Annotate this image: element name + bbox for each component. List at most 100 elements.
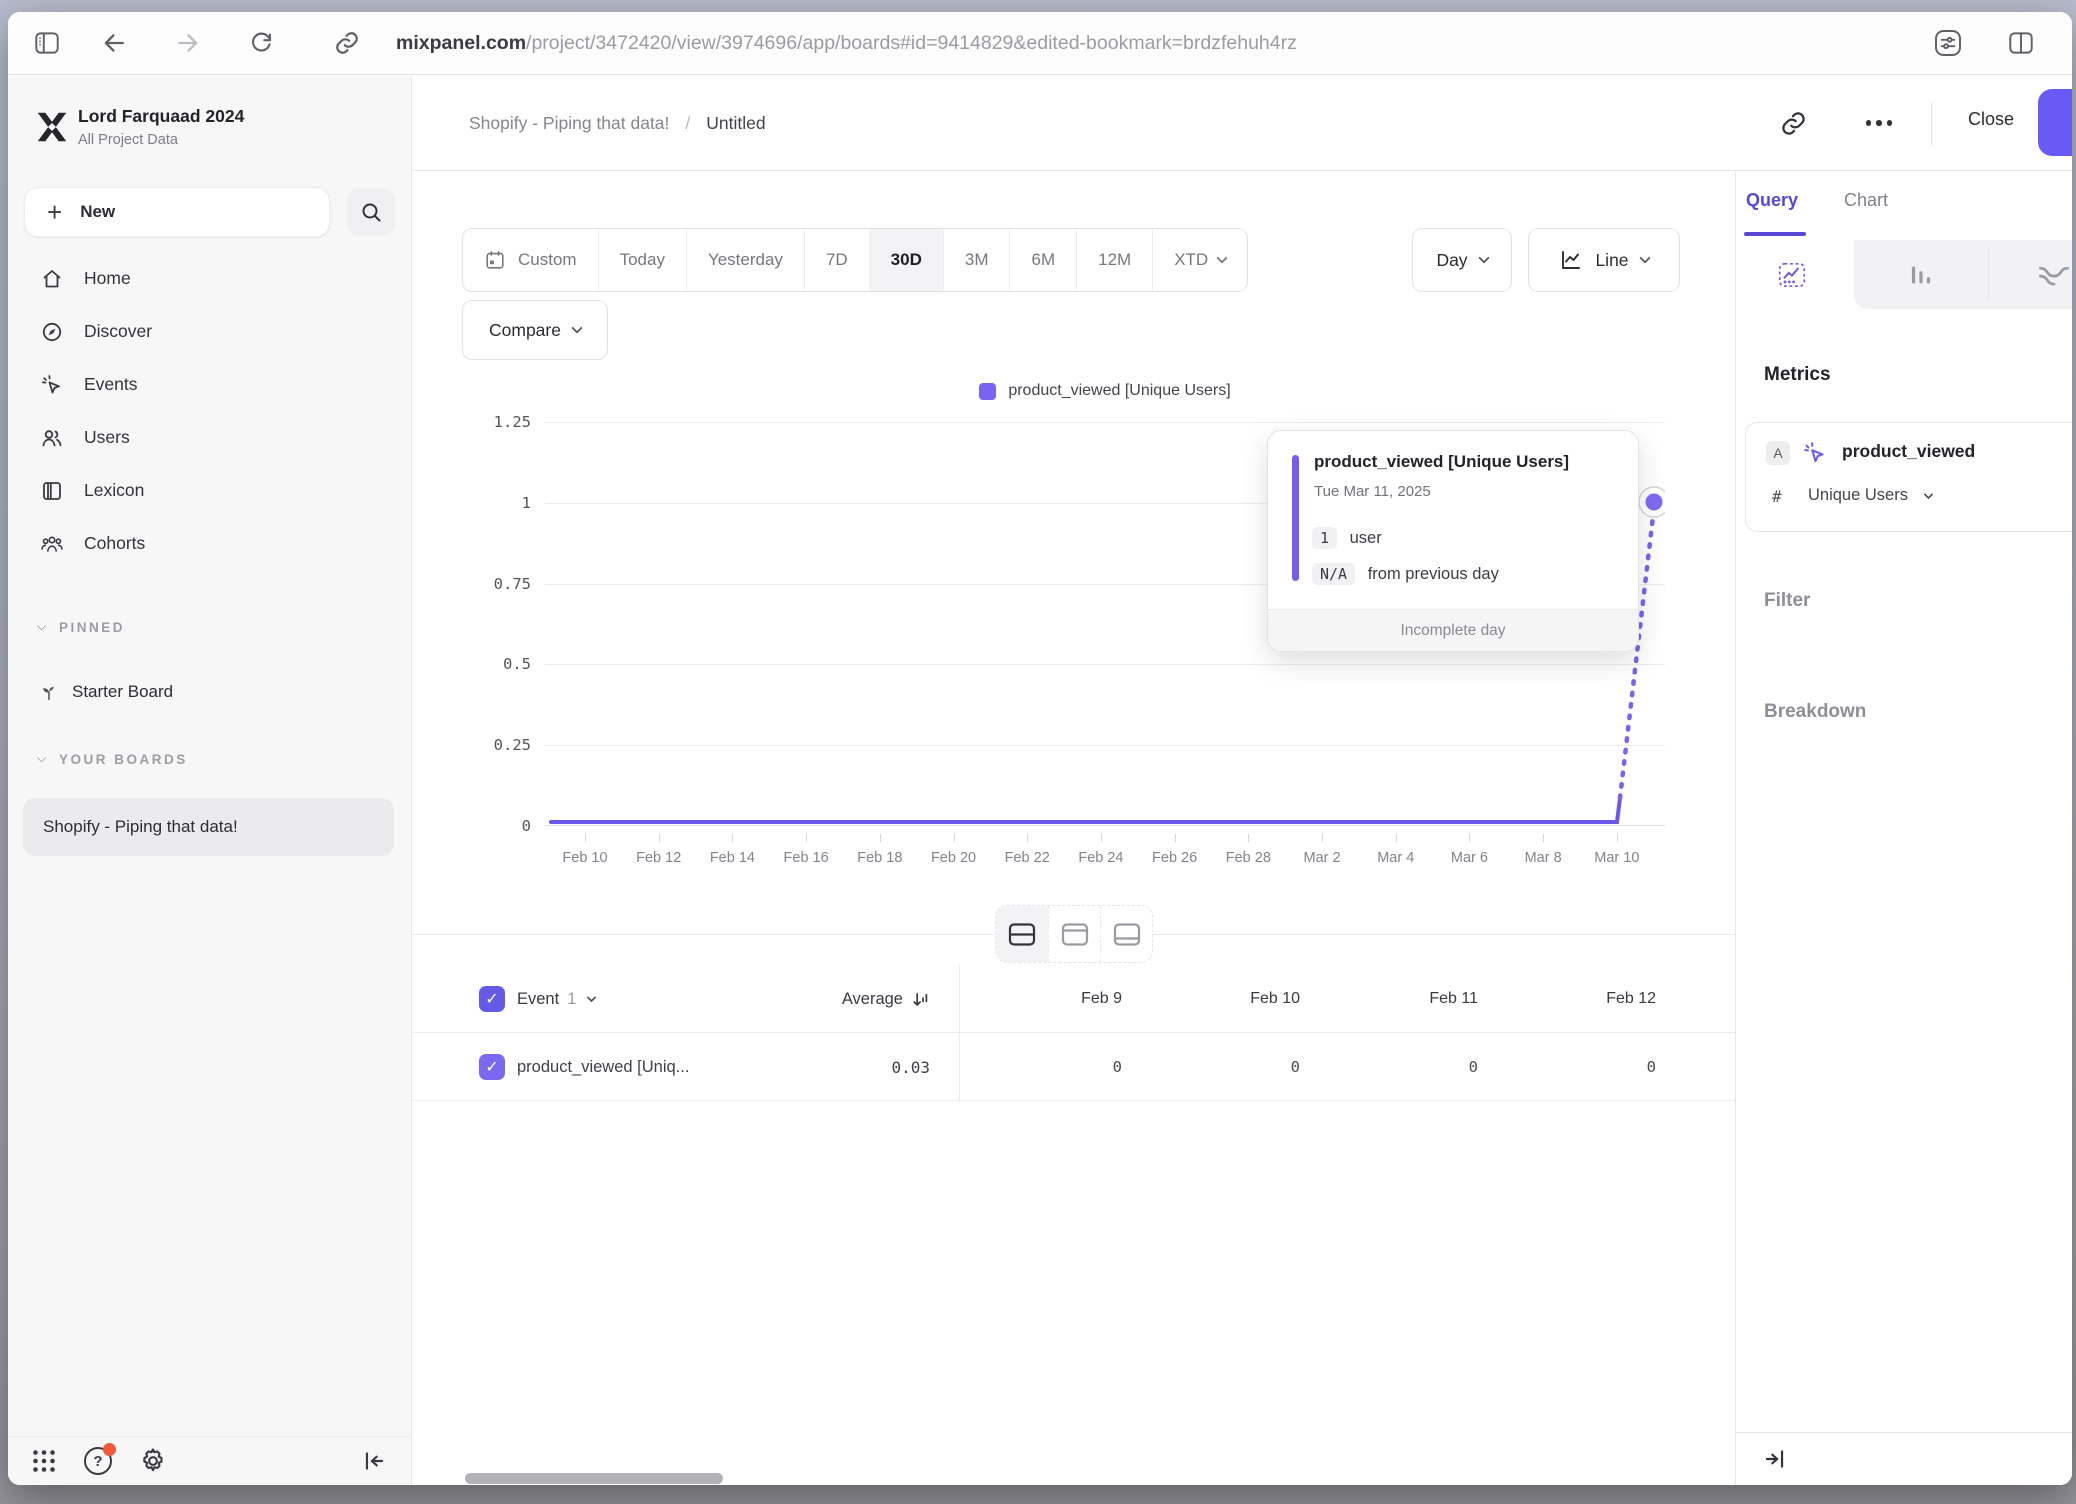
x-axis-tick-label: Feb 10 bbox=[549, 838, 621, 866]
range-12m[interactable]: 12M bbox=[1076, 229, 1152, 291]
row-value-cell: 0 bbox=[1315, 1033, 1493, 1101]
row-checkbox[interactable]: ✓ bbox=[479, 1054, 505, 1080]
x-axis-labels: Feb 10Feb 12Feb 14Feb 16Feb 18Feb 20Feb … bbox=[549, 838, 1653, 866]
report-type-strip bbox=[1736, 240, 2072, 309]
layout-table-only-button[interactable] bbox=[1100, 906, 1152, 962]
metric-event-name[interactable]: product_viewed bbox=[1842, 441, 1975, 462]
data-point[interactable] bbox=[1646, 494, 1663, 511]
range-xtd[interactable]: XTD bbox=[1152, 229, 1247, 291]
flows-report-button[interactable] bbox=[2037, 258, 2071, 292]
insights-report-button[interactable] bbox=[1776, 259, 1808, 291]
breadcrumb-board-link[interactable]: Shopify - Piping that data! bbox=[469, 113, 669, 134]
report-canvas: Custom Today Yesterday 7D 30D 3M 6M 12M … bbox=[413, 172, 1735, 1485]
sidebar-item-cohorts[interactable]: Cohorts bbox=[8, 517, 411, 570]
range-7d[interactable]: 7D bbox=[804, 229, 869, 291]
new-button[interactable]: + New bbox=[24, 187, 330, 237]
reload-icon[interactable] bbox=[248, 30, 275, 57]
tooltip-series-bar bbox=[1292, 455, 1299, 581]
chart-legend[interactable]: product_viewed [Unique Users] bbox=[545, 382, 1665, 400]
extensions-icon[interactable] bbox=[1932, 27, 1964, 59]
sidebar-item-discover[interactable]: Discover bbox=[8, 305, 411, 358]
metric-card[interactable]: A product_viewed # Unique Users bbox=[1745, 422, 2072, 532]
close-button[interactable]: Close bbox=[1968, 109, 2014, 130]
funnels-report-button[interactable] bbox=[1905, 259, 1937, 291]
collapse-panel-icon[interactable] bbox=[1762, 1446, 1788, 1472]
metric-measure-dropdown[interactable]: Unique Users bbox=[1808, 486, 1932, 505]
x-axis-tick-label: Feb 24 bbox=[1065, 838, 1137, 866]
sidebar-item-lexicon[interactable]: Lexicon bbox=[8, 464, 411, 517]
horizontal-scrollbar[interactable] bbox=[465, 1473, 723, 1484]
url-host: mixpanel.com bbox=[396, 32, 526, 54]
range-3m[interactable]: 3M bbox=[943, 229, 1010, 291]
breadcrumb-page-title[interactable]: Untitled bbox=[706, 113, 765, 134]
range-30d-active[interactable]: 30D bbox=[869, 229, 943, 291]
query-panel: Query Chart Metrics A bbox=[1735, 172, 2072, 1485]
select-all-checkbox[interactable]: ✓ bbox=[479, 986, 505, 1012]
range-6m[interactable]: 6M bbox=[1009, 229, 1076, 291]
forward-icon[interactable] bbox=[174, 29, 202, 57]
table-row[interactable]: ✓ product_viewed [Uniq... 0.03 0000 bbox=[413, 1033, 1735, 1101]
url-bar[interactable]: mixpanel.com/project/3472420/view/397469… bbox=[396, 12, 1297, 75]
pinned-section-header[interactable]: PINNED bbox=[38, 620, 125, 635]
apps-grid-icon[interactable] bbox=[30, 1447, 58, 1475]
strip-divider bbox=[1988, 248, 1989, 301]
granularity-dropdown[interactable]: Day bbox=[1412, 228, 1512, 292]
split-view-icon[interactable] bbox=[2006, 28, 2036, 58]
settings-gear-icon[interactable] bbox=[138, 1446, 168, 1476]
layout-split-view-button[interactable] bbox=[996, 906, 1048, 962]
range-label: Yesterday bbox=[708, 250, 783, 270]
workspace-subtitle: All Project Data bbox=[78, 132, 178, 148]
chevron-down-icon bbox=[587, 992, 597, 1002]
save-button-partial[interactable] bbox=[2038, 89, 2072, 156]
date-column-header: Feb 11 bbox=[1315, 965, 1493, 1033]
sidebar-item-home[interactable]: Home bbox=[8, 252, 411, 305]
line-chart-icon bbox=[1559, 248, 1583, 272]
notification-dot bbox=[103, 1443, 116, 1456]
chevron-down-icon bbox=[571, 322, 582, 333]
range-label: XTD bbox=[1174, 250, 1208, 270]
layout-chart-only-button[interactable] bbox=[1048, 906, 1100, 962]
sidebar-item-label: Lexicon bbox=[84, 480, 144, 501]
help-button[interactable]: ? bbox=[84, 1447, 112, 1475]
average-column-header[interactable]: Average bbox=[713, 965, 945, 1033]
your-boards-label: YOUR BOARDS bbox=[59, 752, 188, 767]
chevron-down-icon bbox=[1478, 252, 1489, 263]
your-boards-section-header[interactable]: YOUR BOARDS bbox=[38, 752, 188, 767]
sidebar-item-events[interactable]: Events bbox=[8, 358, 411, 411]
table-column-separator bbox=[959, 965, 960, 1101]
tab-chart[interactable]: Chart bbox=[1844, 190, 1888, 211]
event-column-header[interactable]: Event 1 bbox=[517, 965, 595, 1033]
more-options-icon[interactable] bbox=[1866, 120, 1893, 126]
collapse-sidebar-icon[interactable] bbox=[361, 1448, 387, 1474]
range-label: 6M bbox=[1031, 250, 1055, 270]
range-today[interactable]: Today bbox=[598, 229, 686, 291]
copy-link-icon[interactable] bbox=[1780, 110, 1807, 137]
compare-button[interactable]: Compare bbox=[462, 300, 608, 360]
tooltip-footer: Incomplete day bbox=[1268, 609, 1638, 651]
browser-sidebar-toggle-icon[interactable] bbox=[32, 28, 62, 58]
x-axis-tick-label: Feb 12 bbox=[623, 838, 695, 866]
url-path: /project/3472420/view/3974696/app/boards… bbox=[526, 32, 1297, 54]
desktop-background: mixpanel.com/project/3472420/view/397469… bbox=[0, 0, 2076, 1504]
tab-query[interactable]: Query bbox=[1746, 190, 1798, 211]
workspace-switcher[interactable]: Lord Farquaad 2024 All Project Data bbox=[8, 76, 411, 176]
range-yesterday[interactable]: Yesterday bbox=[686, 229, 804, 291]
chevron-down-icon bbox=[1923, 490, 1933, 500]
sidebar-item-starter-board[interactable]: Starter Board bbox=[38, 681, 173, 703]
x-axis-tick-label: Mar 8 bbox=[1507, 838, 1579, 866]
back-icon[interactable] bbox=[100, 29, 128, 57]
sidebar-item-label: Cohorts bbox=[84, 533, 145, 554]
legend-label: product_viewed [Unique Users] bbox=[1008, 382, 1230, 400]
sidebar-item-board-shopify[interactable]: Shopify - Piping that data! bbox=[23, 798, 394, 856]
range-custom[interactable]: Custom bbox=[463, 229, 598, 291]
tooltip-delta-row: N/A from previous day bbox=[1312, 563, 1499, 585]
y-axis-tick-label: 0.75 bbox=[413, 574, 531, 594]
search-button[interactable] bbox=[347, 188, 395, 236]
breakdown-section-header: Breakdown bbox=[1764, 701, 1866, 723]
chart-type-dropdown[interactable]: Line bbox=[1528, 228, 1680, 292]
row-value-cell: 0 bbox=[1137, 1033, 1315, 1101]
range-label: Custom bbox=[518, 250, 577, 270]
sidebar-item-users[interactable]: Users bbox=[8, 411, 411, 464]
sidebar-nav: Home Discover Events Users Lexicon bbox=[8, 252, 411, 570]
chevron-down-icon bbox=[37, 621, 47, 631]
